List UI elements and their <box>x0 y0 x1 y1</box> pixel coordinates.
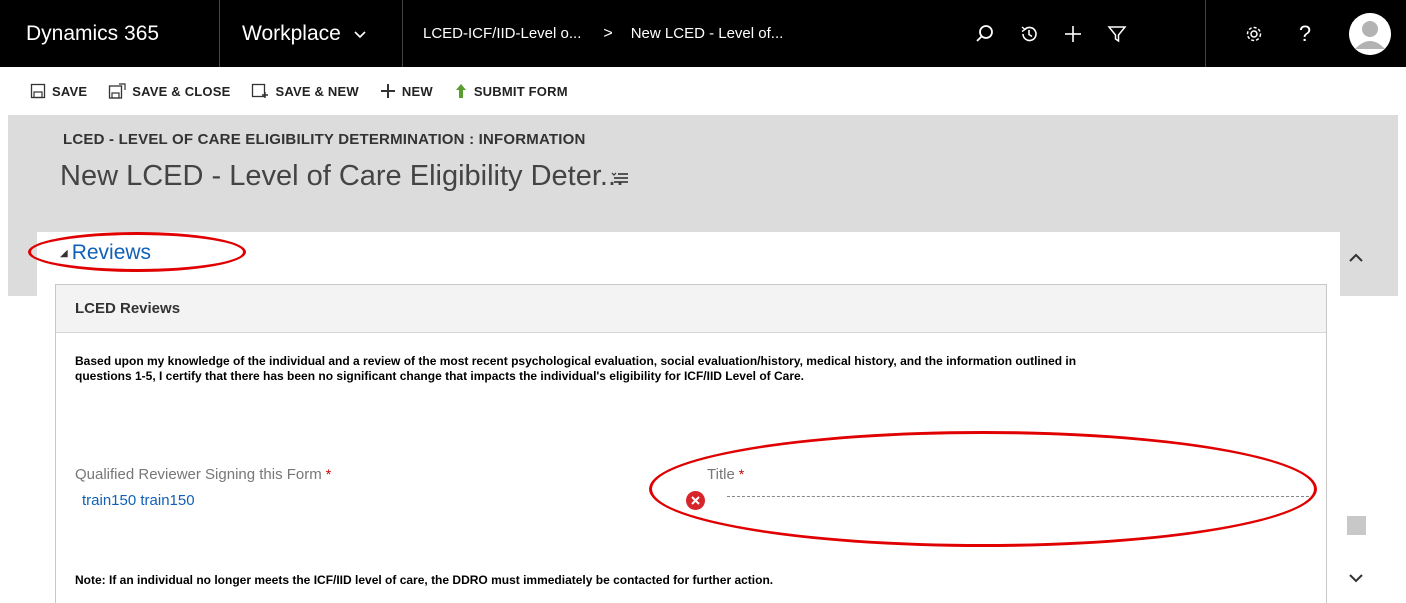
breadcrumb-separator: > <box>603 24 613 42</box>
note-text: Note: If an individual no longer meets t… <box>75 573 774 587</box>
create-button[interactable] <box>1053 14 1093 54</box>
app-name: Workplace <box>242 21 341 45</box>
breadcrumb: LCED-ICF/IID-Level o... > New LCED - Lev… <box>403 0 783 67</box>
reviewer-lookup-link[interactable]: train150 train150 <box>82 492 195 509</box>
annotation-circle-title <box>649 431 1317 547</box>
certification-line-1: Based upon my knowledge of the individua… <box>75 354 1077 368</box>
save-new-icon <box>252 83 269 98</box>
gear-icon <box>1246 26 1262 42</box>
record-title: New LCED - Level of Care Eligibility Det… <box>60 160 625 192</box>
breadcrumb-item-parent[interactable]: LCED-ICF/IID-Level o... <box>423 25 581 42</box>
certification-line-2: questions 1-5, I certify that there has … <box>75 369 804 383</box>
submit-form-button[interactable]: SUBMIT FORM <box>454 83 568 99</box>
scroll-up-button[interactable] <box>1345 248 1367 268</box>
recent-button[interactable] <box>1009 14 1049 54</box>
arrow-up-icon <box>455 84 466 98</box>
nav-actions <box>965 0 1141 67</box>
submit-label: SUBMIT FORM <box>473 83 568 99</box>
breadcrumb-item-current[interactable]: New LCED - Level of... <box>631 25 784 42</box>
user-icon <box>1349 13 1391 55</box>
brand-logo[interactable]: Dynamics 365 <box>0 0 220 67</box>
help-button[interactable]: ? <box>1290 14 1320 54</box>
history-icon <box>1021 25 1037 41</box>
plus-icon <box>380 84 395 98</box>
save-icon <box>30 83 46 99</box>
save-button[interactable]: SAVE <box>30 83 87 99</box>
required-marker: * <box>325 466 332 482</box>
save-close-icon <box>109 83 126 99</box>
certification-text: Based upon my knowledge of the individua… <box>75 354 1275 384</box>
advanced-find-button[interactable] <box>1097 14 1137 54</box>
save-new-label: SAVE & NEW <box>275 83 359 99</box>
plus-icon <box>1065 25 1081 42</box>
save-label: SAVE <box>52 83 88 99</box>
chevron-down-icon <box>354 30 366 38</box>
filter-icon <box>1107 25 1127 42</box>
search-icon <box>976 24 993 42</box>
scroll-down-button[interactable] <box>1345 568 1367 588</box>
chevron-down-icon <box>1349 574 1363 583</box>
chevron-up-icon <box>1349 253 1363 262</box>
annotation-circle-reviews <box>28 232 246 272</box>
form-selector-icon[interactable] <box>611 172 629 184</box>
user-avatar[interactable] <box>1349 13 1391 55</box>
save-and-close-button[interactable]: SAVE & CLOSE <box>108 83 230 99</box>
save-and-new-button[interactable]: SAVE & NEW <box>251 83 359 99</box>
scrollbar-thumb[interactable] <box>1347 516 1366 535</box>
settings-button[interactable] <box>1234 14 1274 54</box>
new-label: NEW <box>401 83 433 99</box>
new-button[interactable]: NEW <box>380 83 433 99</box>
reviewer-field-label: Qualified Reviewer Signing this Form * <box>75 466 331 483</box>
section-title: LCED Reviews <box>56 285 1326 333</box>
search-button[interactable] <box>965 14 1005 54</box>
reviewer-label-text: Qualified Reviewer Signing this Form <box>75 466 322 483</box>
save-close-label: SAVE & CLOSE <box>132 83 231 99</box>
nav-divider <box>1205 0 1206 67</box>
entity-form-label: LCED - LEVEL OF CARE ELIGIBILITY DETERMI… <box>63 131 586 148</box>
top-nav-bar: Dynamics 365 Workplace LCED-ICF/IID-Leve… <box>0 0 1406 67</box>
app-switcher[interactable]: Workplace <box>220 0 403 67</box>
command-bar: SAVE SAVE & CLOSE SAVE & NEW NEW SUBMIT … <box>0 67 1406 115</box>
